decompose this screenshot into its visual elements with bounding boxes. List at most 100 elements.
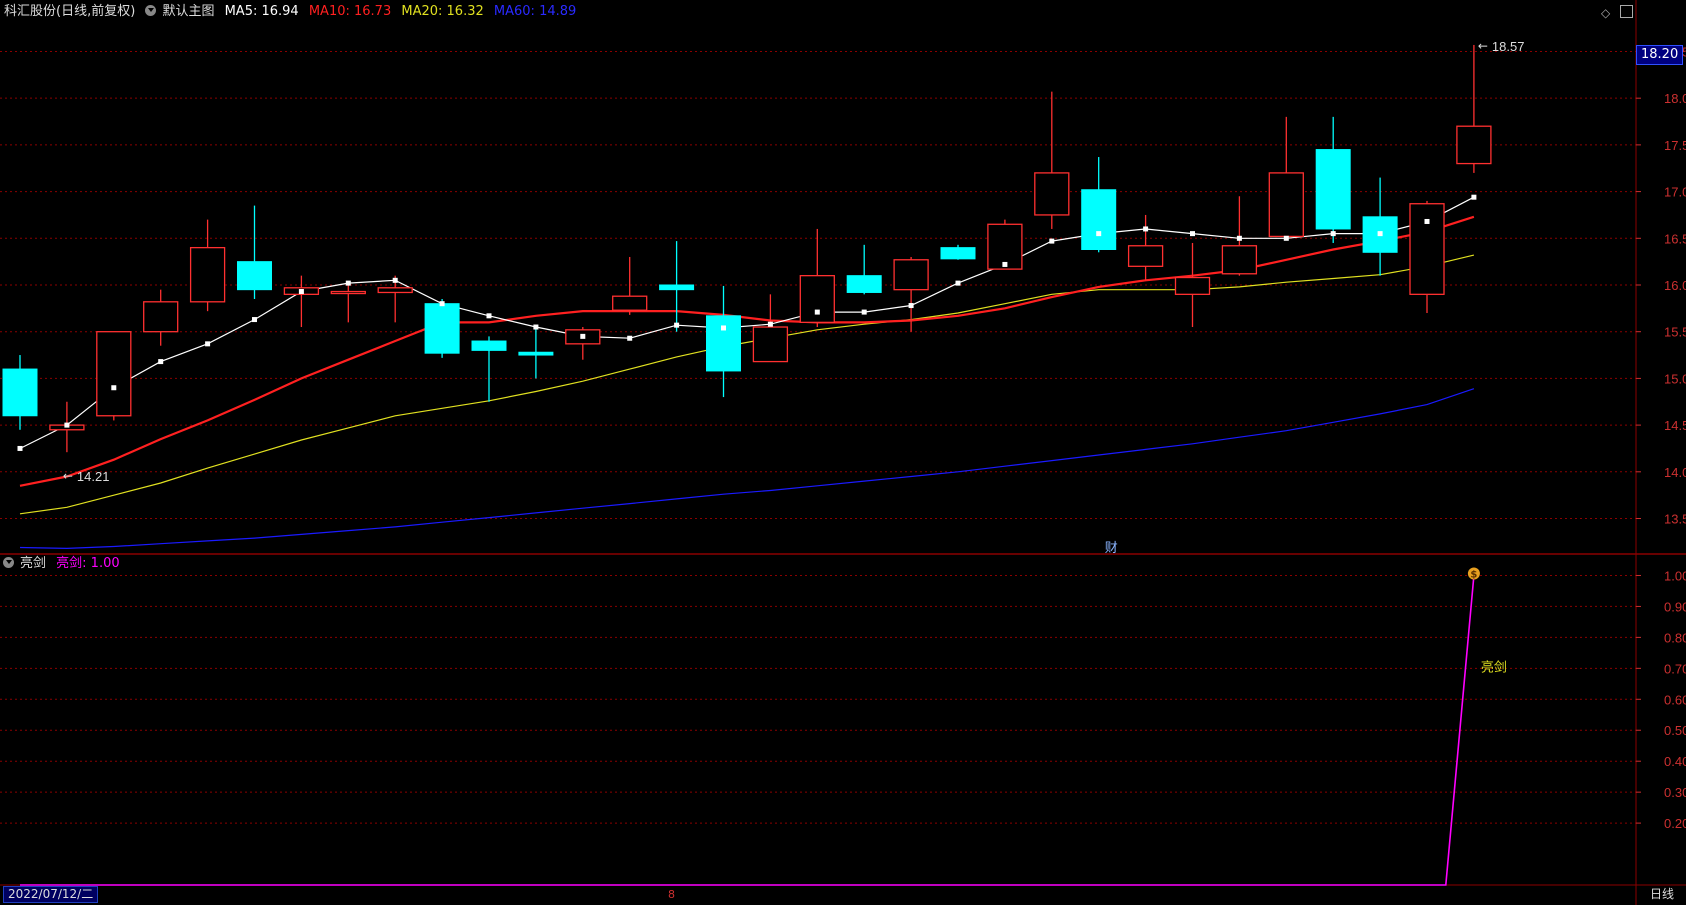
- candle[interactable]: [659, 241, 695, 332]
- candle-body-up: [330, 290, 366, 295]
- candle[interactable]: [565, 327, 601, 360]
- current-price-marker: 18.20: [1636, 45, 1684, 65]
- date-readout: 2022/07/12/二: [3, 886, 99, 903]
- candle[interactable]: [518, 327, 554, 379]
- candle[interactable]: [1174, 242, 1211, 328]
- ma5-marker: [533, 324, 539, 330]
- candle[interactable]: [1362, 177, 1398, 276]
- high-price-label: 18.57: [1492, 39, 1525, 54]
- candle-body-down: [1315, 149, 1351, 230]
- candle[interactable]: [471, 336, 507, 402]
- period-mode: (日线,前复权): [56, 4, 136, 19]
- indicator-signal-label: 亮剑: [1481, 659, 1507, 675]
- candle-body-up: [377, 287, 413, 294]
- month-marker: 8: [668, 888, 675, 901]
- stock-name[interactable]: 科汇股份: [4, 4, 56, 19]
- candle[interactable]: [846, 244, 882, 295]
- price-tick-label: 17.50: [1664, 138, 1686, 153]
- candle[interactable]: [1081, 157, 1117, 253]
- ma5-marker: [1236, 235, 1242, 241]
- price-tick-label: 15.00: [1664, 371, 1686, 386]
- ma5-marker: [580, 333, 586, 339]
- candle[interactable]: [330, 284, 366, 323]
- candle-body-up: [143, 301, 179, 333]
- indicator-tick-label: 0.90: [1664, 599, 1686, 614]
- candle-body-up: [612, 295, 648, 311]
- candle[interactable]: [612, 256, 648, 315]
- candle-body-up: [799, 275, 835, 324]
- candle[interactable]: [987, 219, 1023, 270]
- price-tick-label: 18.00: [1664, 91, 1686, 106]
- indicator-tick-label: 0.70: [1664, 661, 1686, 676]
- candle[interactable]: [1456, 44, 1492, 173]
- candle-body-down: [1081, 189, 1117, 251]
- grid-layer: [0, 50, 1636, 824]
- candle[interactable]: [96, 331, 132, 421]
- ma5-marker: [908, 303, 914, 309]
- candle[interactable]: [1268, 116, 1304, 239]
- ma5-markers: [17, 194, 1477, 451]
- ma5-marker: [1190, 231, 1195, 237]
- ma5-marker: [486, 313, 492, 319]
- indicator-tick-label: 1.00: [1664, 568, 1686, 583]
- ma5-marker: [1096, 231, 1102, 237]
- candle-body-down: [471, 340, 507, 351]
- candle-body-down: [706, 315, 741, 372]
- chart-annotations: ← 18.57 ← 14.21 财 $ 亮剑: [63, 39, 1525, 675]
- candle[interactable]: [237, 205, 272, 300]
- ma5-marker: [345, 280, 351, 286]
- ma5-marker: [1330, 231, 1336, 237]
- indicator-name[interactable]: 亮剑: [20, 556, 46, 571]
- candle-body-up: [1221, 245, 1258, 275]
- candle-body-down: [2, 368, 38, 417]
- indicator-tick-label: 0.60: [1664, 692, 1686, 707]
- window-icon[interactable]: [1620, 5, 1633, 18]
- candle[interactable]: [189, 219, 226, 312]
- candle[interactable]: [1034, 91, 1070, 229]
- ma10-label: MA10: 16.73: [308, 4, 392, 19]
- pane-separators: [0, 0, 1686, 905]
- high-arrow-icon: ←: [1478, 39, 1488, 53]
- main-chart-header: 科汇股份(日线,前复权) 默认主图 MA5: 16.94 MA10: 16.73…: [4, 3, 582, 21]
- ma5-line: [19, 196, 1475, 450]
- ma5-marker: [1424, 218, 1430, 224]
- ma5-marker: [439, 301, 445, 307]
- chevron-down-icon[interactable]: [3, 557, 14, 568]
- diamond-icon[interactable]: ◇: [1601, 6, 1610, 20]
- candle-body-up: [1409, 203, 1445, 295]
- price-tick-label: 15.50: [1664, 325, 1686, 340]
- candle-body-up: [96, 331, 132, 417]
- candle[interactable]: [1127, 214, 1164, 281]
- candle-body-down: [424, 303, 460, 354]
- indicator-header: 亮剑 亮剑: 1.00: [3, 555, 126, 573]
- ma60-label: MA60: 14.89: [493, 4, 577, 19]
- candle[interactable]: [940, 244, 976, 260]
- candlestick-series[interactable]: [2, 44, 1492, 453]
- ma5-marker: [1471, 194, 1477, 200]
- ma5-marker: [64, 422, 70, 428]
- template-name[interactable]: 默认主图: [162, 4, 214, 19]
- ma60-line: [19, 388, 1475, 550]
- financial-event-marker: 财: [1105, 541, 1118, 556]
- candle[interactable]: [424, 299, 460, 358]
- candle-body-up: [1174, 276, 1211, 295]
- candle[interactable]: [283, 275, 320, 328]
- candle[interactable]: [1315, 116, 1351, 243]
- ma5-marker: [1002, 261, 1008, 267]
- candle[interactable]: [1409, 200, 1445, 314]
- period-tab[interactable]: 日线: [1646, 887, 1678, 902]
- stock-chart[interactable]: 13.50 14.00 14.50 15.00 15.50 16.00 16.50 17.00…: [0, 0, 1686, 905]
- ma20-line: [19, 254, 1475, 515]
- ma5-marker: [298, 289, 304, 295]
- candle[interactable]: [143, 289, 179, 346]
- candle-body-down: [659, 284, 695, 291]
- ma5-marker: [392, 277, 398, 283]
- candle[interactable]: [706, 285, 741, 398]
- chevron-down-icon[interactable]: [145, 5, 157, 16]
- candle[interactable]: [752, 294, 789, 363]
- price-tick-label: 13.50: [1664, 512, 1686, 527]
- ma5-marker: [1049, 238, 1055, 244]
- ma5-marker: [111, 385, 117, 391]
- candle[interactable]: [2, 355, 38, 430]
- candle-body-up: [1034, 172, 1070, 216]
